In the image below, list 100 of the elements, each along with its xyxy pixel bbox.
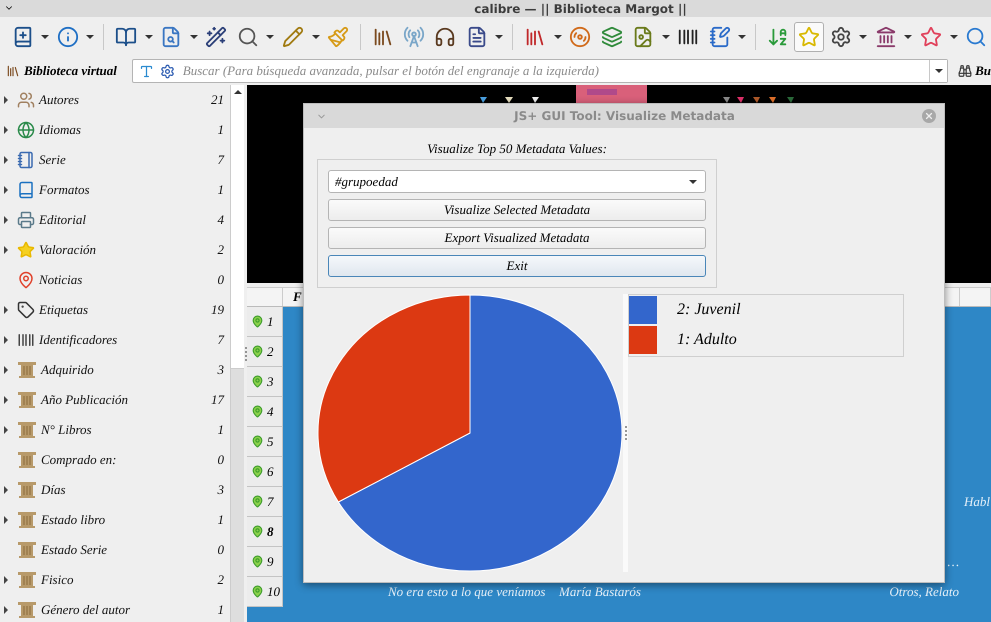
expand-arrow[interactable]	[4, 336, 8, 344]
row-number[interactable]: 1	[247, 307, 283, 337]
row-number[interactable]: 4	[247, 397, 283, 427]
category-icon	[17, 211, 35, 229]
wand-icon	[205, 26, 228, 48]
splitter-handle[interactable]	[623, 294, 628, 572]
legend-label: 1: Adulto	[677, 331, 737, 349]
category-icon	[17, 91, 35, 109]
column-icon	[874, 26, 897, 48]
table-cell-text: Otros, Relato	[888, 584, 960, 600]
category-icon	[17, 181, 35, 199]
settings-icon[interactable]	[160, 64, 175, 78]
column-icon	[17, 511, 37, 529]
tag-browser-item[interactable]: Adquirido 3	[0, 355, 230, 385]
column-icon	[17, 451, 37, 469]
row-number[interactable]: 7	[247, 487, 283, 517]
row-number[interactable]: 6	[247, 457, 283, 487]
table-cell-text: Habl	[962, 494, 991, 510]
tag-browser-item[interactable]: Estado libro 1	[0, 505, 230, 535]
expand-arrow[interactable]	[4, 216, 8, 224]
category-icon	[17, 331, 35, 349]
expand-arrow[interactable]	[4, 426, 8, 434]
document-search-icon	[160, 26, 182, 48]
expand-arrow[interactable]	[4, 486, 8, 494]
category-icon	[17, 121, 35, 139]
expand-arrow[interactable]	[4, 126, 8, 134]
search-icon	[236, 26, 259, 48]
pin-icon	[251, 375, 264, 388]
expand-arrow[interactable]	[4, 186, 8, 194]
tag-browser-item[interactable]: Año Publicación 17	[0, 385, 230, 415]
disc-icon	[569, 26, 592, 48]
saved-search-button[interactable]: Bu	[948, 63, 991, 79]
row-number[interactable]: 8	[247, 517, 283, 547]
category-icon	[17, 241, 35, 259]
pin-icon	[251, 315, 264, 328]
stack-icon	[600, 26, 623, 48]
pin-icon	[251, 495, 264, 508]
row-number[interactable]: 3	[247, 367, 283, 397]
tag-browser-item[interactable]: Género del autor 1	[0, 595, 230, 622]
tag-browser-item[interactable]: Serie 7	[0, 145, 230, 175]
expand-arrow[interactable]	[4, 516, 8, 524]
expand-arrow[interactable]	[4, 246, 8, 254]
antenna-icon	[402, 26, 425, 48]
tag-browser-item[interactable]: Valoración 2	[0, 235, 230, 265]
tag-browser-item[interactable]: Estado Serie 0	[0, 535, 230, 565]
column-icon	[17, 421, 37, 439]
expand-arrow[interactable]	[4, 576, 8, 584]
column-icon	[17, 361, 37, 379]
scrollbar[interactable]	[230, 85, 244, 622]
pin-icon	[251, 555, 264, 568]
row-number[interactable]: 5	[247, 427, 283, 457]
column-icon	[17, 541, 37, 559]
tag-browser-item[interactable]: Comprado en: 0	[0, 445, 230, 475]
tag-browser-item[interactable]: Autores 21	[0, 85, 230, 115]
close-icon	[924, 111, 934, 121]
dialog-button[interactable]: Export Visualized Metadata	[328, 227, 706, 249]
dialog-button[interactable]: Visualize Selected Metadata	[328, 199, 706, 221]
search-input[interactable]: Buscar (Para búsqueda avanzada, pulsar el botón del engranaje a la izquierda)	[180, 62, 924, 80]
brush-icon	[327, 26, 350, 48]
category-icon	[17, 301, 35, 319]
info-icon	[56, 26, 79, 48]
tag-browser-item[interactable]: Idiomas 1	[0, 115, 230, 145]
row-number[interactable]: 2	[247, 337, 283, 367]
table-cell-text: …	[946, 554, 960, 570]
tag-browser-item[interactable]: Días 3	[0, 475, 230, 505]
column-icon	[17, 481, 37, 499]
tag-browser-item[interactable]: Fisico 2	[0, 565, 230, 595]
expand-arrow[interactable]	[4, 306, 8, 314]
books-icon	[6, 64, 20, 78]
tag-browser-item[interactable]: Noticias 0	[0, 265, 230, 295]
expand-arrow[interactable]	[4, 366, 8, 374]
expand-arrow[interactable]	[4, 396, 8, 404]
category-icon	[17, 271, 35, 289]
pin-icon	[251, 435, 264, 448]
tag-browser-item[interactable]: Etiquetas 19	[0, 295, 230, 325]
dropdown-button[interactable]	[929, 60, 948, 82]
text-search-icon[interactable]	[138, 64, 154, 78]
dialog-button[interactable]: Exit	[328, 255, 706, 277]
window-title: calibre — || Biblioteca Margot ||	[474, 2, 687, 16]
notebook-icon	[708, 26, 731, 48]
metadata-combo[interactable]: #grupoedad	[328, 170, 706, 193]
pin-icon	[251, 585, 264, 598]
settings-icon	[830, 26, 852, 48]
virtual-library-button[interactable]: Biblioteca virtual	[6, 63, 132, 79]
row-number[interactable]: 9	[247, 547, 283, 577]
dialog-heading: Visualize Top 50 Metadata Values:	[426, 141, 608, 157]
dialog-title: JS+ GUI Tool: Visualize Metadata	[514, 109, 735, 123]
tag-browser-item[interactable]: Formatos 1	[0, 175, 230, 205]
search-field[interactable]: Buscar (Para búsqueda avanzada, pulsar el botón del engranaje a la izquierda)	[132, 59, 948, 83]
row-number[interactable]: 10	[247, 577, 283, 607]
pencil-icon	[282, 26, 304, 48]
column-icon	[17, 601, 37, 619]
tag-browser-item[interactable]: N° Libros 1	[0, 415, 230, 445]
star-icon	[920, 26, 942, 48]
expand-arrow[interactable]	[4, 96, 8, 104]
tag-browser-item[interactable]: Identificadores 7	[0, 325, 230, 355]
tag-browser-item[interactable]: Editorial 4	[0, 205, 230, 235]
expand-arrow[interactable]	[4, 606, 8, 614]
category-icon	[17, 151, 35, 169]
expand-arrow[interactable]	[4, 156, 8, 164]
